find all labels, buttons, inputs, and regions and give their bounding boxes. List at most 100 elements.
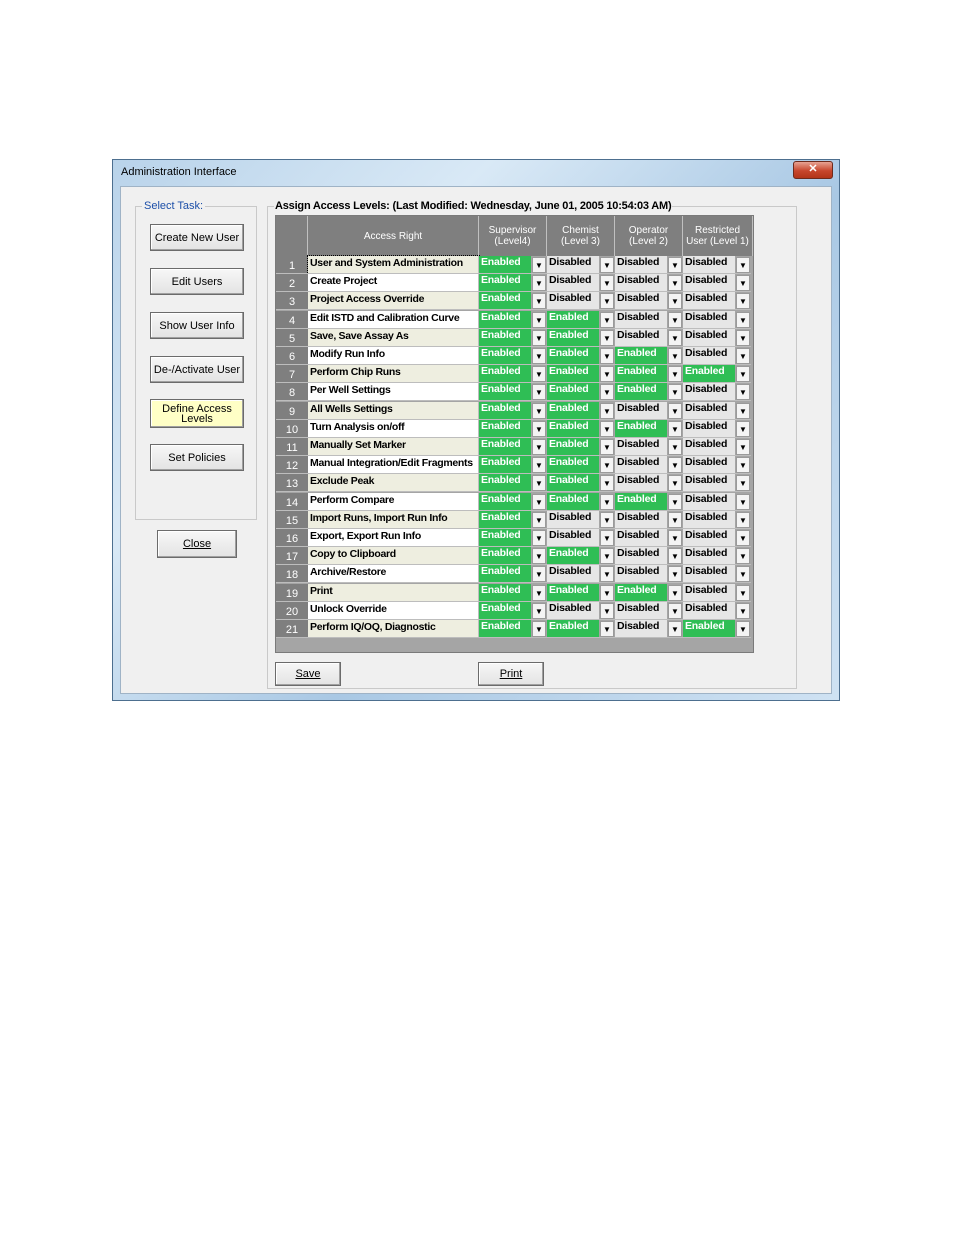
- access-level-value[interactable]: Enabled: [479, 510, 531, 528]
- chevron-down-icon[interactable]: ▼: [668, 511, 682, 528]
- chevron-down-icon[interactable]: ▼: [532, 275, 546, 292]
- row-number[interactable]: 18: [276, 565, 308, 584]
- access-level-dropdown-restricted[interactable]: Disabled ▼: [683, 328, 751, 347]
- access-level-dropdown-operator[interactable]: Disabled ▼: [615, 601, 683, 620]
- access-level-value[interactable]: Disabled: [683, 328, 735, 346]
- access-level-value[interactable]: Enabled: [479, 492, 531, 510]
- access-level-dropdown-restricted[interactable]: Disabled ▼: [683, 310, 751, 329]
- access-level-dropdown-chemist[interactable]: Enabled ▼: [547, 347, 615, 365]
- row-number[interactable]: 19: [276, 583, 308, 602]
- access-level-value[interactable]: Enabled: [479, 601, 531, 619]
- access-level-dropdown-operator[interactable]: Disabled ▼: [615, 456, 683, 475]
- access-level-value[interactable]: Disabled: [615, 274, 667, 292]
- access-level-dropdown-supervisor[interactable]: Enabled ▼: [479, 620, 547, 638]
- chevron-down-icon[interactable]: ▼: [668, 566, 682, 583]
- chevron-down-icon[interactable]: ▼: [532, 621, 546, 637]
- chevron-down-icon[interactable]: ▼: [668, 293, 682, 310]
- access-level-dropdown-supervisor[interactable]: Enabled ▼: [479, 292, 547, 311]
- create-new-user-button[interactable]: Create New User: [150, 224, 244, 251]
- chevron-down-icon[interactable]: ▼: [532, 530, 546, 546]
- chevron-down-icon[interactable]: ▼: [532, 584, 546, 601]
- access-level-value[interactable]: Enabled: [547, 456, 599, 474]
- access-level-dropdown-chemist[interactable]: Disabled ▼: [547, 274, 615, 293]
- chevron-down-icon[interactable]: ▼: [668, 384, 682, 401]
- access-level-dropdown-operator[interactable]: Disabled ▼: [615, 401, 683, 420]
- chevron-down-icon[interactable]: ▼: [532, 311, 546, 328]
- access-level-dropdown-restricted[interactable]: Disabled ▼: [683, 456, 751, 475]
- access-level-value[interactable]: Enabled: [479, 419, 531, 437]
- access-level-dropdown-supervisor[interactable]: Enabled ▼: [479, 438, 547, 456]
- access-level-value[interactable]: Enabled: [547, 365, 599, 383]
- row-number[interactable]: 2: [276, 274, 308, 293]
- chevron-down-icon[interactable]: ▼: [736, 311, 750, 328]
- access-level-dropdown-chemist[interactable]: Disabled ▼: [547, 565, 615, 584]
- row-number[interactable]: 16: [276, 529, 308, 547]
- access-level-value[interactable]: Disabled: [615, 401, 667, 419]
- chevron-down-icon[interactable]: ▼: [532, 511, 546, 528]
- access-level-dropdown-supervisor[interactable]: Enabled ▼: [479, 547, 547, 566]
- row-number[interactable]: 6: [276, 347, 308, 365]
- access-level-dropdown-operator[interactable]: Disabled ▼: [615, 565, 683, 584]
- chevron-down-icon[interactable]: ▼: [532, 475, 546, 492]
- access-level-dropdown-restricted[interactable]: Disabled ▼: [683, 292, 751, 311]
- access-level-value[interactable]: Enabled: [479, 456, 531, 474]
- access-level-dropdown-restricted[interactable]: Disabled ▼: [683, 419, 751, 438]
- deactivate-user-button[interactable]: De-/Activate User: [150, 356, 244, 383]
- chevron-down-icon[interactable]: ▼: [600, 384, 614, 401]
- access-level-value[interactable]: Disabled: [547, 256, 599, 273]
- chevron-down-icon[interactable]: ▼: [736, 439, 750, 455]
- access-level-dropdown-operator[interactable]: Enabled ▼: [615, 347, 683, 365]
- access-level-dropdown-restricted[interactable]: Disabled ▼: [683, 547, 751, 566]
- chevron-down-icon[interactable]: ▼: [532, 566, 546, 583]
- access-level-value[interactable]: Enabled: [615, 347, 667, 364]
- access-level-dropdown-restricted[interactable]: Disabled ▼: [683, 529, 751, 547]
- access-level-value[interactable]: Disabled: [683, 510, 735, 528]
- chevron-down-icon[interactable]: ▼: [600, 584, 614, 601]
- chevron-down-icon[interactable]: ▼: [532, 420, 546, 437]
- chevron-down-icon[interactable]: ▼: [736, 366, 750, 383]
- chevron-down-icon[interactable]: ▼: [532, 329, 546, 346]
- chevron-down-icon[interactable]: ▼: [736, 384, 750, 401]
- access-level-dropdown-operator[interactable]: Enabled ▼: [615, 383, 683, 402]
- chevron-down-icon[interactable]: ▼: [736, 584, 750, 601]
- chevron-down-icon[interactable]: ▼: [736, 548, 750, 565]
- chevron-down-icon[interactable]: ▼: [600, 475, 614, 492]
- chevron-down-icon[interactable]: ▼: [668, 402, 682, 419]
- chevron-down-icon[interactable]: ▼: [600, 566, 614, 583]
- access-level-value[interactable]: Disabled: [683, 547, 735, 565]
- access-level-dropdown-chemist[interactable]: Disabled ▼: [547, 510, 615, 529]
- access-level-value[interactable]: Disabled: [683, 419, 735, 437]
- chevron-down-icon[interactable]: ▼: [736, 275, 750, 292]
- chevron-down-icon[interactable]: ▼: [532, 439, 546, 455]
- access-level-dropdown-chemist[interactable]: Enabled ▼: [547, 419, 615, 438]
- chevron-down-icon[interactable]: ▼: [600, 402, 614, 419]
- access-level-dropdown-supervisor[interactable]: Enabled ▼: [479, 529, 547, 547]
- chevron-down-icon[interactable]: ▼: [600, 621, 614, 637]
- window-close-button[interactable]: ✕: [793, 161, 833, 179]
- access-level-value[interactable]: Disabled: [547, 565, 599, 583]
- access-level-dropdown-supervisor[interactable]: Enabled ▼: [479, 401, 547, 420]
- row-number[interactable]: 15: [276, 510, 308, 529]
- access-level-dropdown-chemist[interactable]: Disabled ▼: [547, 529, 615, 547]
- access-level-value[interactable]: Enabled: [547, 438, 599, 455]
- chevron-down-icon[interactable]: ▼: [532, 257, 546, 273]
- access-level-dropdown-chemist[interactable]: Enabled ▼: [547, 547, 615, 566]
- access-level-value[interactable]: Enabled: [479, 620, 531, 637]
- chevron-down-icon[interactable]: ▼: [736, 402, 750, 419]
- access-level-value[interactable]: Enabled: [479, 565, 531, 583]
- set-policies-button[interactable]: Set Policies: [150, 444, 244, 471]
- access-level-value[interactable]: Disabled: [683, 401, 735, 419]
- access-level-dropdown-restricted[interactable]: Disabled ▼: [683, 474, 751, 493]
- chevron-down-icon[interactable]: ▼: [668, 275, 682, 292]
- access-level-value[interactable]: Disabled: [547, 292, 599, 310]
- chevron-down-icon[interactable]: ▼: [668, 530, 682, 546]
- chevron-down-icon[interactable]: ▼: [532, 548, 546, 565]
- access-level-dropdown-supervisor[interactable]: Enabled ▼: [479, 474, 547, 493]
- access-level-dropdown-chemist[interactable]: Disabled ▼: [547, 601, 615, 620]
- access-level-value[interactable]: Disabled: [615, 456, 667, 474]
- chevron-down-icon[interactable]: ▼: [600, 275, 614, 292]
- chevron-down-icon[interactable]: ▼: [736, 257, 750, 273]
- access-level-dropdown-restricted[interactable]: Enabled ▼: [683, 620, 751, 638]
- access-level-value[interactable]: Enabled: [683, 365, 735, 383]
- access-level-value[interactable]: Enabled: [479, 365, 531, 383]
